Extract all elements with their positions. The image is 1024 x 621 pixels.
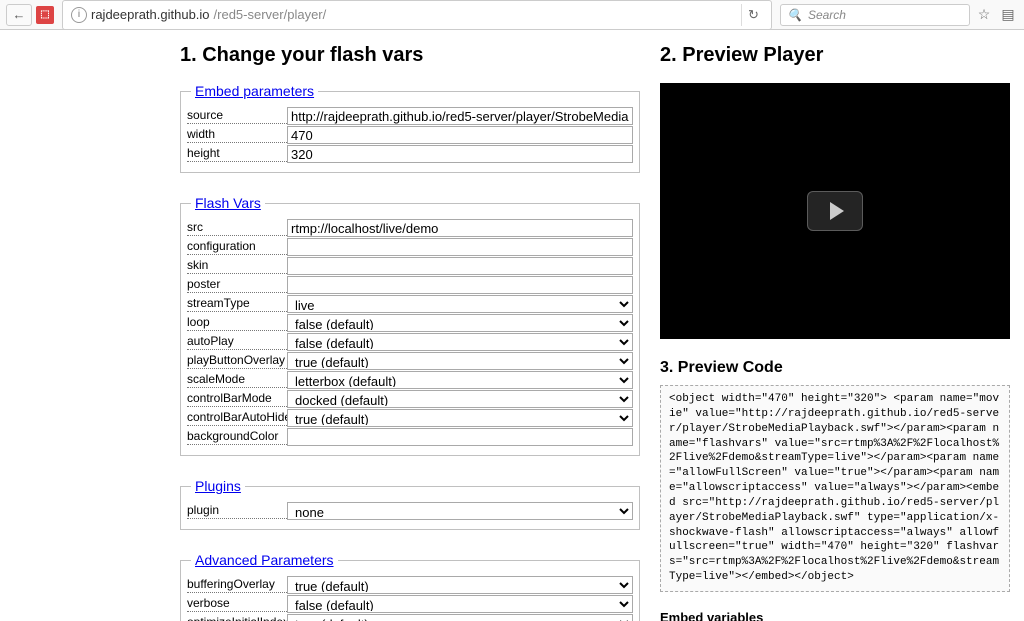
select-controlBarAutoHide[interactable]: true (default) [287, 409, 633, 427]
select-scaleMode[interactable]: letterbox (default) [287, 371, 633, 389]
label-controlBarAutoHide[interactable]: controlBarAutoHide [187, 410, 287, 426]
label-optimizeInitialIndex[interactable]: optimizeInitialIndex [187, 615, 287, 621]
legend-flashvars[interactable]: Flash Vars [191, 195, 265, 211]
label-verbose[interactable]: verbose [187, 596, 287, 612]
label-height[interactable]: height [187, 146, 287, 162]
bookmark-button[interactable]: ☆ [974, 5, 994, 25]
fieldset-plugins: Plugins pluginnone [180, 478, 640, 530]
input-poster[interactable] [287, 276, 633, 294]
select-plugin[interactable]: none [287, 502, 633, 520]
input-backgroundColor[interactable] [287, 428, 633, 446]
label-skin[interactable]: skin [187, 258, 287, 274]
label-source[interactable]: source [187, 108, 287, 124]
left-column: 1. Change your flash vars Embed paramete… [180, 38, 640, 613]
label-poster[interactable]: poster [187, 277, 287, 293]
label-bufferingOverlay[interactable]: bufferingOverlay [187, 577, 287, 593]
select-optimizeInitialIndex[interactable]: true (default) [287, 614, 633, 621]
label-scaleMode[interactable]: scaleMode [187, 372, 287, 388]
extension-icon[interactable]: ⬚ [36, 6, 54, 24]
heading-embed-variables: Embed variables [660, 610, 1010, 621]
search-bar[interactable]: 🔍 Search [780, 4, 970, 26]
back-button[interactable]: ← [6, 4, 32, 26]
preview-player[interactable] [660, 83, 1010, 339]
label-autoPlay[interactable]: autoPlay [187, 334, 287, 350]
label-width[interactable]: width [187, 127, 287, 143]
label-loop[interactable]: loop [187, 315, 287, 331]
url-bar[interactable]: i rajdeeprath.github.io/red5-server/play… [62, 0, 772, 30]
url-host: rajdeeprath.github.io [91, 7, 210, 22]
search-placeholder: Search [808, 8, 846, 22]
heading-preview-player: 2. Preview Player [660, 44, 1010, 67]
select-streamType[interactable]: live [287, 295, 633, 313]
preview-code-block[interactable]: <object width="470" height="320"> <param… [660, 385, 1010, 592]
input-width[interactable] [287, 126, 633, 144]
select-bufferingOverlay[interactable]: true (default) [287, 576, 633, 594]
label-playButtonOverlay[interactable]: playButtonOverlay [187, 353, 287, 369]
label-backgroundColor[interactable]: backgroundColor [187, 429, 287, 445]
select-controlBarMode[interactable]: docked (default) [287, 390, 633, 408]
browser-toolbar: ← ⬚ i rajdeeprath.github.io/red5-server/… [0, 0, 1024, 30]
label-controlBarMode[interactable]: controlBarMode [187, 391, 287, 407]
legend-embed[interactable]: Embed parameters [191, 83, 318, 99]
input-height[interactable] [287, 145, 633, 163]
select-verbose[interactable]: false (default) [287, 595, 633, 613]
heading-preview-code: 3. Preview Code [660, 359, 1010, 377]
label-plugin[interactable]: plugin [187, 503, 287, 519]
fieldset-flashvars: Flash Vars src configuration skin poster… [180, 195, 640, 456]
select-autoPlay[interactable]: false (default) [287, 333, 633, 351]
legend-advanced[interactable]: Advanced Parameters [191, 552, 338, 568]
heading-flash-vars: 1. Change your flash vars [180, 44, 640, 67]
right-column: 2. Preview Player 3. Preview Code <objec… [660, 38, 1016, 613]
label-src[interactable]: src [187, 220, 287, 236]
url-path: /red5-server/player/ [214, 7, 327, 22]
input-skin[interactable] [287, 257, 633, 275]
input-src[interactable] [287, 219, 633, 237]
select-loop[interactable]: false (default) [287, 314, 633, 332]
clipboard-icon[interactable]: ▤ [998, 5, 1018, 25]
fieldset-embed: Embed parameters source width height [180, 83, 640, 173]
input-configuration[interactable] [287, 238, 633, 256]
reload-button[interactable]: ↻ [741, 4, 765, 26]
search-icon: 🔍 [787, 8, 802, 22]
select-playButtonOverlay[interactable]: true (default) [287, 352, 633, 370]
play-icon [830, 202, 844, 220]
label-streamType[interactable]: streamType [187, 296, 287, 312]
info-icon[interactable]: i [71, 7, 87, 23]
label-configuration[interactable]: configuration [187, 239, 287, 255]
play-button[interactable] [807, 191, 863, 231]
fieldset-advanced: Advanced Parameters bufferingOverlaytrue… [180, 552, 640, 621]
legend-plugins[interactable]: Plugins [191, 478, 245, 494]
input-source[interactable] [287, 107, 633, 125]
